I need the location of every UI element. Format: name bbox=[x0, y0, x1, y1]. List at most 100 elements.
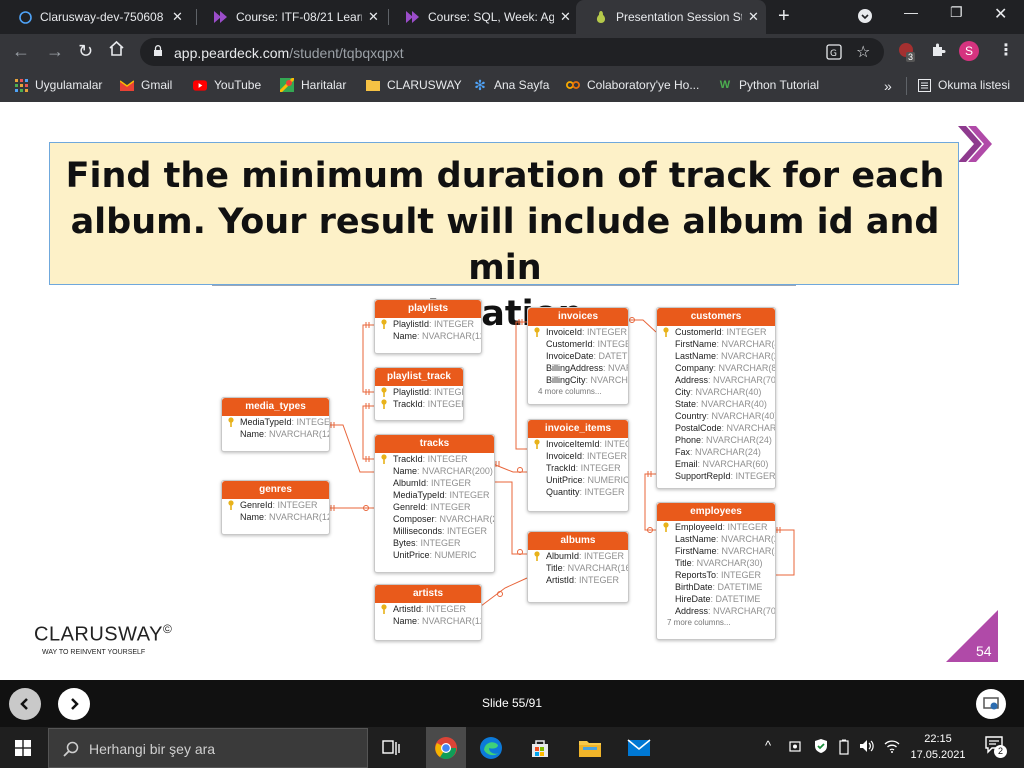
home-button[interactable] bbox=[108, 40, 125, 62]
tab-label: Presentation Session St bbox=[616, 10, 742, 24]
bookmark-clarusway-folder[interactable]: CLARUSWAY bbox=[366, 78, 462, 92]
bookmark-maps[interactable]: Haritalar bbox=[280, 78, 346, 92]
table-playlists[interactable]: playlists PlaylistId: INTEGER Name: NVAR… bbox=[374, 299, 482, 354]
bookmark-gmail[interactable]: Gmail bbox=[120, 78, 172, 92]
column-type: : NVARCHAR(120) bbox=[264, 512, 329, 522]
table-column: FirstName: NVARCHAR(40) bbox=[657, 338, 775, 350]
column-type: : INTEGER bbox=[599, 439, 628, 449]
table-albums[interactable]: albums AlbumId: INTEGER Title: NVARCHAR(… bbox=[527, 531, 629, 603]
gmail-icon bbox=[120, 78, 134, 92]
key-icon bbox=[663, 327, 669, 337]
column-type: : NVARCHAR(20) bbox=[716, 546, 775, 556]
column-name: LastName bbox=[675, 351, 717, 361]
column-type: : NVARCHA... bbox=[585, 375, 628, 385]
taskbar-chrome[interactable] bbox=[426, 727, 466, 768]
table-artists[interactable]: artists ArtistId: INTEGER Name: NVARCHAR… bbox=[374, 584, 482, 641]
reload-button[interactable]: ↻ bbox=[78, 41, 93, 62]
table-invoice-items[interactable]: invoice_items InvoiceItemId: INTEGER Inv… bbox=[527, 419, 629, 512]
bookmark-python-tutorial[interactable]: W Python Tutorial bbox=[718, 78, 819, 92]
table-employees[interactable]: employees EmployeeId: INTEGER LastName: … bbox=[656, 502, 776, 640]
extension-button[interactable]: 3 bbox=[898, 42, 916, 62]
taskbar-store[interactable] bbox=[525, 733, 555, 763]
table-playlist-track[interactable]: playlist_track PlaylistId: INTEGER Track… bbox=[374, 367, 464, 421]
key-icon bbox=[663, 522, 669, 532]
volume-icon[interactable] bbox=[859, 739, 875, 758]
tab-close-icon[interactable]: ✕ bbox=[172, 9, 183, 25]
column-type: : INTEGER bbox=[575, 463, 621, 473]
column-type: : NVARCHAR(20) bbox=[716, 351, 775, 361]
taskbar-edge[interactable] bbox=[476, 733, 506, 763]
more-columns-link[interactable]: 4 more columns... bbox=[528, 386, 628, 398]
tray-meet-icon[interactable] bbox=[789, 739, 803, 758]
tab-search-icon[interactable] bbox=[858, 9, 872, 26]
table-column: Address: NVARCHAR(70) bbox=[657, 374, 775, 386]
table-column: TrackId: INTEGER bbox=[375, 453, 494, 465]
clarusway-logo: CLARUSWAY© WAY TO REINVENT YOURSELF bbox=[34, 622, 172, 656]
profile-avatar[interactable]: S bbox=[959, 41, 979, 61]
windows-start-button[interactable] bbox=[8, 733, 38, 763]
column-type: : INTEGER bbox=[574, 575, 620, 585]
bookmark-apps[interactable]: Uygulamalar bbox=[14, 78, 102, 92]
wifi-icon[interactable] bbox=[884, 739, 900, 758]
security-shield-icon[interactable] bbox=[813, 738, 829, 759]
clock-time: 22:15 bbox=[924, 733, 952, 745]
bookmark-label: Uygulamalar bbox=[35, 78, 103, 92]
tab-close-icon[interactable]: ✕ bbox=[560, 9, 571, 25]
browser-tab[interactable]: Clarusway-dev-750608 ✕ bbox=[0, 0, 192, 34]
forward-button[interactable]: → bbox=[46, 41, 64, 62]
new-tab-button[interactable]: + bbox=[778, 5, 790, 28]
translate-icon[interactable]: G bbox=[826, 44, 842, 65]
slide-counter: Slide 55/91 bbox=[481, 696, 543, 710]
column-name: Email bbox=[675, 459, 698, 469]
restore-button[interactable]: ❐ bbox=[950, 4, 963, 21]
taskbar-search-box[interactable]: Herhangi bir şey ara bbox=[48, 728, 368, 768]
table-media-types[interactable]: media_types MediaTypeId: INTEGER Name: N… bbox=[221, 397, 330, 452]
table-customers[interactable]: customers CustomerId: INTEGER FirstName:… bbox=[656, 307, 776, 489]
projector-button[interactable] bbox=[976, 689, 1006, 719]
bookmark-colab[interactable]: Colaboratory'ye Ho... bbox=[566, 78, 699, 92]
tab-close-icon[interactable]: ✕ bbox=[368, 9, 379, 25]
taskbar-clock[interactable]: 22:15 17.05.2021 bbox=[910, 731, 966, 763]
browser-tab[interactable]: Course: ITF-08/21 Learn ✕ bbox=[196, 0, 388, 34]
bookmark-star-icon[interactable]: ☆ bbox=[856, 42, 870, 62]
table-invoices[interactable]: invoices InvoiceId: INTEGER CustomerId: … bbox=[527, 307, 629, 405]
menu-kebab-icon[interactable]: ⋮ bbox=[998, 40, 1014, 60]
browser-tab[interactable]: Course: SQL, Week: Agg ✕ bbox=[388, 0, 574, 34]
bookmarks-overflow-button[interactable]: » bbox=[884, 78, 892, 94]
minimize-button[interactable]: — bbox=[904, 4, 918, 20]
table-genres[interactable]: genres GenreId: INTEGER Name: NVARCHAR(1… bbox=[221, 480, 330, 535]
table-column: Name: NVARCHAR(120) bbox=[375, 615, 481, 627]
notification-center-button[interactable]: 2 bbox=[984, 736, 1007, 758]
taskbar-file-explorer[interactable] bbox=[575, 733, 605, 763]
extensions-puzzle-icon[interactable] bbox=[930, 42, 946, 62]
battery-icon[interactable] bbox=[838, 739, 850, 760]
reading-list-button[interactable]: Okuma listesi bbox=[917, 78, 1010, 92]
table-column: CustomerId: INTEGER bbox=[528, 338, 628, 350]
browser-tab-active[interactable]: Presentation Session St ✕ bbox=[576, 0, 766, 34]
back-button[interactable]: ← bbox=[12, 41, 30, 62]
address-bar[interactable]: app.peardeck.com/student/tqbqxqpxt G ☆ bbox=[140, 38, 884, 66]
taskbar-mail[interactable] bbox=[624, 733, 654, 763]
table-tracks[interactable]: tracks TrackId: INTEGER Name: NVARCHAR(2… bbox=[374, 434, 495, 573]
bookmark-ana-sayfa[interactable]: ✻ Ana Sayfa bbox=[473, 77, 549, 93]
column-type: : INTEGER bbox=[721, 327, 767, 337]
column-type: : NVARCHAR(40) bbox=[690, 387, 762, 397]
table-column: CustomerId: INTEGER bbox=[657, 326, 775, 338]
column-name: Address bbox=[675, 606, 709, 616]
task-view-icon bbox=[382, 740, 400, 755]
more-columns-link[interactable]: 7 more columns... bbox=[657, 617, 775, 629]
tab-close-icon[interactable]: ✕ bbox=[748, 9, 759, 25]
task-view-button[interactable] bbox=[376, 733, 406, 763]
close-window-button[interactable]: ✕ bbox=[994, 4, 1007, 24]
bookmark-youtube[interactable]: YouTube bbox=[193, 78, 261, 92]
column-name: GenreId bbox=[393, 502, 426, 512]
table-column: State: NVARCHAR(40) bbox=[657, 398, 775, 410]
column-type: : NVARCHAR(10) bbox=[721, 423, 775, 433]
column-name: PlaylistId bbox=[393, 387, 430, 397]
colab-icon bbox=[566, 78, 580, 92]
tray-overflow-chevron-icon[interactable]: ^ bbox=[765, 738, 771, 753]
column-type: : NVARCHAR(60) bbox=[697, 459, 769, 469]
table-column: Address: NVARCHAR(70) bbox=[657, 605, 775, 617]
tab-label: Course: SQL, Week: Agg bbox=[428, 10, 554, 24]
er-relationship-lines bbox=[328, 317, 795, 607]
